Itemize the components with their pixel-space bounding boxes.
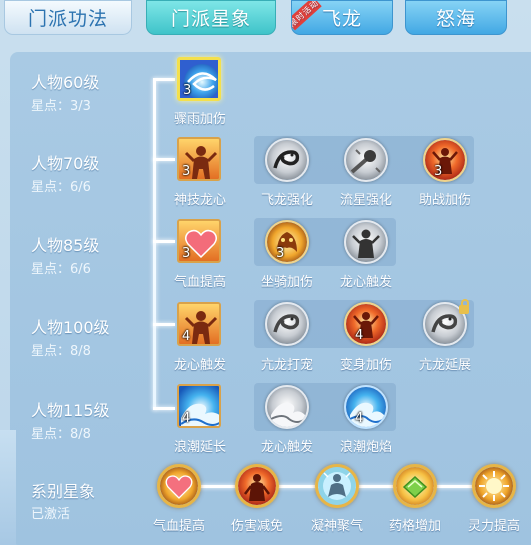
star-points: 星点：8/8 (31, 344, 91, 359)
skill-level: 4 (182, 411, 191, 426)
sub-skill-slot[interactable] (265, 385, 309, 429)
tier-title: 人物70级 (31, 154, 100, 173)
limited-badge: 限时活动 (292, 1, 322, 31)
skill-level: 3 (182, 164, 191, 179)
series-skill-slot[interactable] (315, 464, 359, 508)
tab-flying-dragon[interactable]: 限时活动 飞龙 (291, 0, 393, 35)
tree-connector (153, 80, 156, 410)
wave-icon (346, 387, 386, 427)
dragon-icon (267, 140, 307, 180)
sub-skill-name: 变身加伤 (339, 358, 392, 373)
series-status: 已激活 (31, 507, 71, 522)
series-skill-name: 药格增加 (388, 519, 441, 534)
tab-sect-skills[interactable]: 门派功法 (4, 0, 132, 35)
skill-slot[interactable]: 4 (177, 302, 221, 346)
series-skill-slot[interactable] (235, 464, 279, 508)
dark-figure-icon (346, 222, 386, 262)
sub-skill-slot[interactable]: 3 (265, 220, 309, 264)
radiant-hand-icon (475, 467, 513, 505)
decorative-edge (0, 430, 16, 545)
tier-title: 人物60级 (31, 73, 100, 92)
sub-skill-name: 助战加伤 (418, 193, 471, 208)
sub-skill-name: 龙心触发 (339, 275, 392, 290)
tier-title: 人物115级 (31, 401, 110, 420)
sub-skill-name: 浪潮炮焰 (339, 440, 392, 455)
series-skill-slot[interactable] (157, 464, 201, 508)
sub-skill-slot[interactable] (344, 220, 388, 264)
series-skill-name: 伤害减免 (230, 519, 283, 534)
fire-figure-icon (425, 140, 465, 180)
golden-beast-icon (267, 222, 307, 262)
meditating-figure-icon (318, 467, 356, 505)
series-skill-name: 灵力提高 (467, 519, 520, 534)
skill-slot[interactable]: 3 (177, 137, 221, 181)
series-skill-slot[interactable] (472, 464, 516, 508)
skill-level: 3 (276, 246, 285, 261)
meteor-icon (346, 140, 386, 180)
tree-branch (153, 158, 175, 161)
sub-skill-name: 亢龙延展 (418, 358, 471, 373)
sub-skill-slot[interactable] (265, 302, 309, 346)
tier-title: 人物100级 (31, 318, 110, 337)
star-points: 星点：8/8 (31, 427, 91, 442)
tree-branch (153, 240, 175, 243)
gray-wave-icon (267, 387, 307, 427)
tab-label: 门派功法 (27, 8, 108, 30)
skill-level: 4 (355, 328, 364, 343)
heart-icon (160, 467, 198, 505)
skill-level: 3 (182, 246, 191, 261)
skill-name: 神技龙心 (173, 193, 226, 208)
skill-level: 3 (434, 164, 443, 179)
sub-skill-slot[interactable]: 4 (344, 302, 388, 346)
tab-label: 门派星象 (170, 8, 251, 30)
skill-slot[interactable]: 3 (177, 57, 221, 101)
sub-skill-name: 龙心触发 (260, 440, 313, 455)
tab-sect-constellation[interactable]: 门派星象 (146, 0, 276, 35)
green-gem-icon (396, 467, 434, 505)
skill-name: 浪潮延长 (173, 440, 226, 455)
series-skill-name: 凝神聚气 (310, 519, 363, 534)
skill-name: 龙心触发 (173, 358, 226, 373)
lock-icon (459, 299, 469, 314)
star-points: 星点：3/3 (31, 99, 91, 114)
series-skill-slot[interactable] (393, 464, 437, 508)
series-skill-name: 气血提高 (152, 519, 205, 534)
skill-level: 4 (182, 329, 191, 344)
tree-branch (153, 407, 175, 410)
star-points: 星点：6/6 (31, 262, 91, 277)
tab-angry-sea[interactable]: 怒海 (405, 0, 507, 35)
tab-label: 怒海 (435, 8, 476, 30)
skill-level: 3 (183, 83, 192, 98)
sub-skill-slot[interactable]: 4 (344, 385, 388, 429)
tab-label: 飞龙 (321, 8, 362, 30)
sub-skill-name: 流星强化 (339, 193, 392, 208)
sub-skill-name: 坐骑加伤 (260, 275, 313, 290)
star-points: 星点：6/6 (31, 180, 91, 195)
armored-figure-icon (238, 467, 276, 505)
skill-slot[interactable]: 4 (177, 384, 221, 428)
skill-level: 4 (355, 411, 364, 426)
tab-bar: 门派功法 门派星象 限时活动 飞龙 怒海 (0, 0, 531, 40)
fire-figure-icon (346, 304, 386, 344)
series-title: 系别星象 (31, 482, 96, 501)
tier-title: 人物85级 (31, 236, 100, 255)
sub-skill-slot[interactable] (344, 138, 388, 182)
dragon-icon (267, 304, 307, 344)
skill-slot[interactable]: 3 (177, 219, 221, 263)
tree-branch (153, 323, 175, 326)
sub-skill-slot[interactable]: 3 (423, 138, 467, 182)
sub-skill-name: 亢龙打宠 (260, 358, 313, 373)
sub-skill-name: 飞龙强化 (260, 193, 313, 208)
sub-skill-slot[interactable] (265, 138, 309, 182)
skill-name: 骤雨加伤 (173, 112, 226, 127)
skill-name: 气血提高 (173, 275, 226, 290)
tree-branch (153, 78, 175, 81)
